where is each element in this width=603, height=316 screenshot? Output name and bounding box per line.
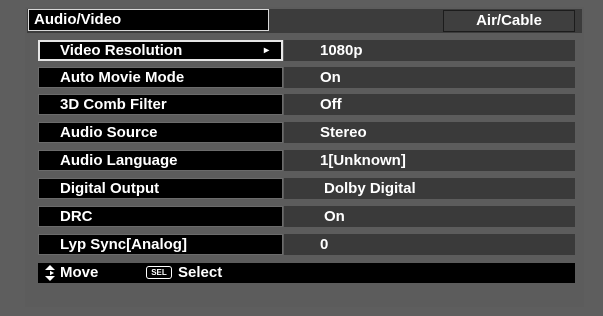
menu-item-value: Off xyxy=(284,94,575,115)
menu-item-label[interactable]: 3D Comb Filter xyxy=(38,94,283,115)
menu-item-digital-output[interactable]: Digital Output Dolby Digital xyxy=(38,178,575,199)
menu-item-value: On xyxy=(284,206,575,227)
menu-item-audio-language[interactable]: Audio Language 1[Unknown] xyxy=(38,150,575,171)
menu-item-value: 0 xyxy=(284,234,575,255)
move-hint-label: Move xyxy=(60,264,99,281)
section-title-tab[interactable]: Audio/Video xyxy=(28,9,269,31)
input-source-tab[interactable]: Air/Cable xyxy=(443,10,575,32)
key-guide-bar: Move SEL Select xyxy=(38,263,575,283)
menu-item-drc[interactable]: DRC On xyxy=(38,206,575,227)
menu-item-audio-source[interactable]: Audio Source Stereo xyxy=(38,122,575,143)
menu-item-label-text: Video Resolution xyxy=(60,42,183,59)
menu-item-lyp-sync[interactable]: Lyp Sync[Analog] 0 xyxy=(38,234,575,255)
menu-item-auto-movie-mode[interactable]: Auto Movie Mode On xyxy=(38,67,575,88)
menu-item-value: On xyxy=(284,67,575,88)
menu-item-label[interactable]: Video Resolution ▸ xyxy=(38,40,283,61)
menu-item-value: Stereo xyxy=(284,122,575,143)
up-down-arrows-icon xyxy=(45,265,55,281)
menu-item-value: 1[Unknown] xyxy=(284,150,575,171)
menu-item-3d-comb-filter[interactable]: 3D Comb Filter Off xyxy=(38,94,575,115)
menu-item-label[interactable]: Auto Movie Mode xyxy=(38,67,283,88)
menu-item-label[interactable]: Audio Language xyxy=(38,150,283,171)
menu-item-video-resolution[interactable]: Video Resolution ▸ 1080p xyxy=(38,40,575,61)
menu-item-value: Dolby Digital xyxy=(284,178,575,199)
select-hint-label: Select xyxy=(178,264,223,281)
menu-item-label[interactable]: Audio Source xyxy=(38,122,283,143)
menu-item-value: 1080p xyxy=(284,40,575,61)
menu-item-label[interactable]: Lyp Sync[Analog] xyxy=(38,234,283,255)
menu-item-label[interactable]: Digital Output xyxy=(38,178,283,199)
sel-key-icon: SEL xyxy=(146,266,172,279)
menu-item-label[interactable]: DRC xyxy=(38,206,283,227)
chevron-right-icon: ▸ xyxy=(263,45,269,56)
